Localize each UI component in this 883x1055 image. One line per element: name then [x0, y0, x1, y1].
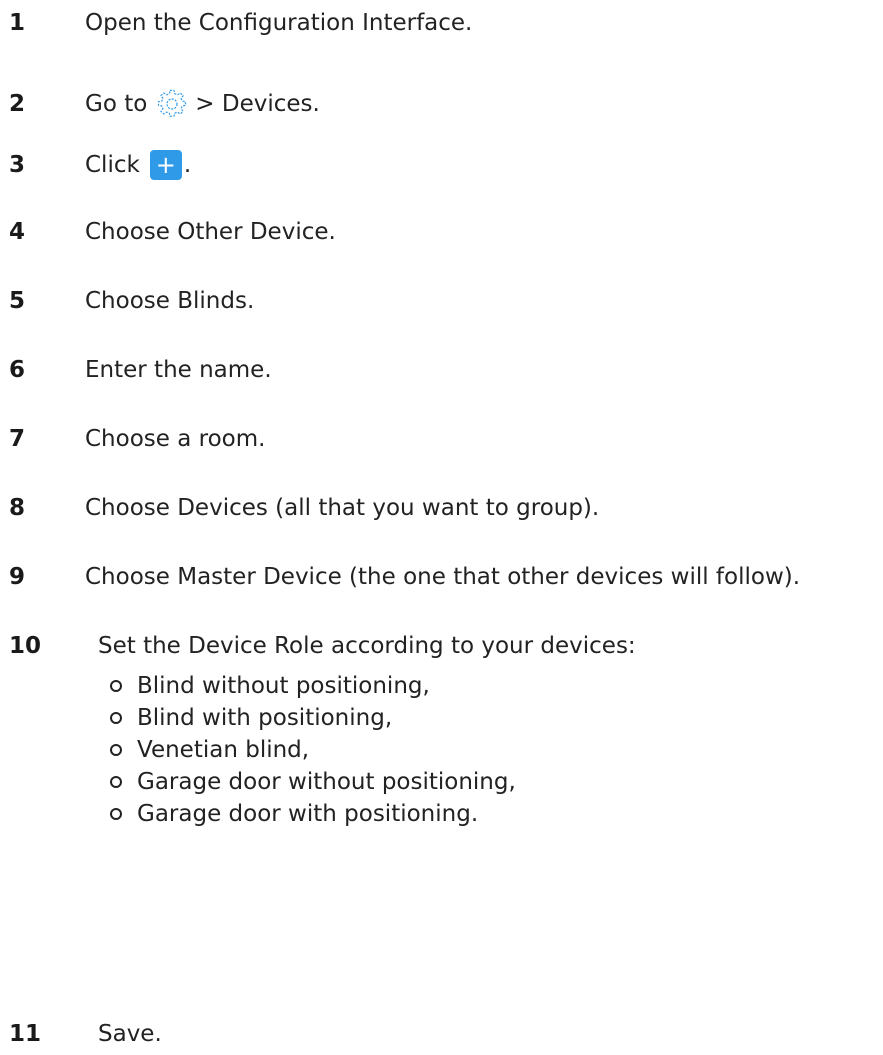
step-text-after: .: [183, 152, 192, 178]
step-text: Open the Configuration Interface.: [85, 10, 473, 36]
bullet-icon: [110, 744, 122, 756]
step-number: 6: [9, 357, 26, 383]
bullet-icon: [110, 712, 122, 724]
step-number: 8: [9, 495, 26, 521]
step-text: Click + .: [85, 150, 191, 180]
option-label: Venetian blind,: [137, 737, 310, 763]
step-text: Set the Device Role according to your de…: [98, 633, 636, 659]
list-item: Venetian blind,: [110, 734, 516, 766]
step-number: 2: [9, 91, 26, 117]
step-text: Choose Blinds.: [85, 288, 255, 314]
list-item: Blind with positioning,: [110, 702, 516, 734]
option-label: Garage door with positioning.: [137, 801, 479, 827]
option-label: Blind without positioning,: [137, 673, 430, 699]
option-label: Garage door without positioning,: [137, 769, 516, 795]
device-role-options: Blind without positioning, Blind with po…: [110, 670, 516, 830]
step-number: 7: [9, 426, 26, 452]
step-text: Choose Master Device (the one that other…: [85, 564, 801, 590]
step-text: Choose Other Device.: [85, 219, 336, 245]
step-text: Enter the name.: [85, 357, 272, 383]
bullet-icon: [110, 808, 122, 820]
list-item: Blind without positioning,: [110, 670, 516, 702]
step-text-before: Go to: [85, 91, 148, 117]
list-item: Garage door without positioning,: [110, 766, 516, 798]
bullet-icon: [110, 680, 122, 692]
step-text-before: Click: [85, 152, 140, 178]
step-text-after: > Devices.: [195, 91, 320, 117]
gear-icon: [157, 89, 187, 119]
bullet-icon: [110, 776, 122, 788]
step-text: Choose a room.: [85, 426, 266, 452]
step-text: Choose Devices (all that you want to gro…: [85, 495, 600, 521]
step-number: 3: [9, 152, 26, 178]
step-number: 10: [9, 633, 42, 659]
step-text: Save.: [98, 1021, 162, 1047]
step-number: 9: [9, 564, 26, 590]
step-number: 11: [9, 1021, 42, 1047]
option-label: Blind with positioning,: [137, 705, 393, 731]
step-number: 1: [9, 10, 26, 36]
step-number: 4: [9, 219, 26, 245]
add-button[interactable]: +: [149, 150, 182, 180]
step-text: Go to > Devices.: [85, 89, 320, 119]
list-item: Garage door with positioning.: [110, 798, 516, 830]
step-number: 5: [9, 288, 26, 314]
